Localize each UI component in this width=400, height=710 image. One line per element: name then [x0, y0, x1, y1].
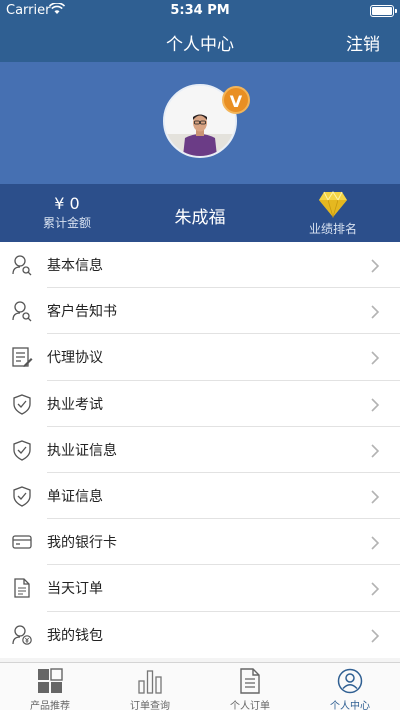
clock: 5:34 PM: [170, 3, 230, 18]
menu-item-label: 执业考试: [47, 396, 103, 413]
tab-personal-orders[interactable]: 个人订单: [200, 663, 300, 710]
logout-button[interactable]: 注销: [346, 30, 380, 55]
tab-order-query[interactable]: 订单查询: [100, 663, 200, 710]
performance-rank-label[interactable]: 业绩排名: [300, 220, 366, 237]
chevron-right-icon: [370, 628, 380, 643]
total-amount-value: ¥ 0: [54, 194, 80, 213]
menu-item-label: 执业证信息: [47, 442, 117, 459]
battery-icon: [370, 5, 397, 17]
menu-item-today-orders[interactable]: 当天订单: [0, 565, 400, 612]
profile-header: V: [0, 62, 400, 184]
menu-item-label: 单证信息: [47, 488, 103, 505]
menu-item-license-info[interactable]: 执业证信息: [0, 427, 400, 473]
menu-item-label: 当天订单: [47, 581, 103, 598]
chevron-right-icon: [370, 258, 380, 273]
menu-item-label: 我的钱包: [47, 627, 103, 644]
menu-item-label: 基本信息: [47, 258, 103, 274]
document-icon: [237, 668, 263, 694]
chevron-right-icon: [370, 304, 380, 319]
tab-personal-center[interactable]: 个人中心: [300, 663, 400, 710]
user-wallet-icon: [11, 624, 33, 646]
status-bar: Carrier 5:34 PM: [0, 0, 400, 22]
menu-item-customer-notice[interactable]: 客户告知书: [0, 288, 400, 335]
shield-check-icon: [11, 439, 33, 461]
tab-bar: 产品推荐 订单查询 个人订单 个人中心: [0, 662, 400, 710]
page-title: 个人中心: [166, 35, 234, 55]
chevron-right-icon: [370, 535, 380, 550]
chevron-right-icon: [370, 581, 380, 596]
menu-item-label: 客户告知书: [47, 304, 117, 321]
chevron-right-icon: [370, 443, 380, 458]
tab-label: 个人中心: [330, 701, 370, 710]
menu-list: 基本信息 客户告知书 代理协议 执业考试 执业证信息 单证信息 我的银行卡 当天…: [0, 242, 400, 658]
shield-check-icon: [11, 485, 33, 507]
total-amount-label: 累计金额: [42, 216, 91, 230]
nav-bar: 个人中心 注销: [0, 22, 400, 62]
tab-label: 个人订单: [230, 701, 270, 710]
grid-icon: [37, 668, 63, 694]
document-icon: [11, 577, 33, 599]
bar-chart-icon: [137, 668, 163, 694]
menu-item-label: 代理协议: [47, 350, 103, 367]
menu-item-practice-exam[interactable]: 执业考试: [0, 381, 400, 427]
menu-item-wallet[interactable]: 我的钱包: [0, 612, 400, 658]
tab-product-recommend[interactable]: 产品推荐: [0, 663, 100, 710]
user-name: 朱成福: [174, 208, 226, 228]
credit-card-icon: [11, 531, 33, 553]
menu-item-bank-card[interactable]: 我的银行卡: [0, 519, 400, 566]
tab-label: 产品推荐: [30, 701, 70, 710]
menu-item-basic-info[interactable]: 基本信息: [0, 242, 400, 289]
user-search-icon: [11, 300, 33, 322]
stats-bar: ¥ 0 累计金额 朱成福 业绩排名: [0, 184, 400, 242]
chevron-right-icon: [370, 397, 380, 412]
user-circle-icon: [337, 668, 363, 694]
chevron-right-icon: [370, 489, 380, 504]
shield-check-icon: [11, 393, 33, 415]
diamond-icon[interactable]: [318, 190, 348, 222]
menu-item-label: 我的银行卡: [47, 535, 117, 552]
menu-item-agency-agreement[interactable]: 代理协议: [0, 334, 400, 381]
document-edit-icon: [11, 346, 33, 368]
vip-badge: V: [222, 86, 250, 114]
tab-label: 订单查询: [130, 701, 170, 710]
user-search-icon: [11, 254, 33, 276]
menu-item-document-info[interactable]: 单证信息: [0, 473, 400, 520]
chevron-right-icon: [370, 350, 380, 365]
